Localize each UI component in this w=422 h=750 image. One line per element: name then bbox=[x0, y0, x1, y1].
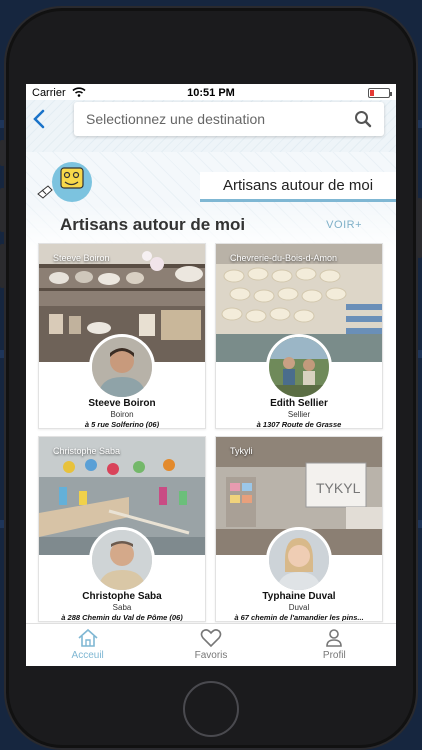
app-logo-icon bbox=[34, 162, 94, 204]
artisan-address: à 1307 Route de Grasse bbox=[256, 420, 342, 429]
tab-label: Acceuil bbox=[71, 650, 104, 661]
clock: 10:51 PM bbox=[187, 87, 235, 99]
artisan-card[interactable]: Christophe Saba Christophe Saba Saba à 2… bbox=[38, 436, 206, 622]
artisan-subtitle: Sellier bbox=[287, 410, 311, 419]
app-screen: Carrier 10:51 PM Artisans autou bbox=[26, 84, 396, 666]
artisan-address: à 288 Chemin du Val de Pôme (06) bbox=[61, 613, 183, 622]
home-icon bbox=[78, 628, 98, 647]
section-title: Artisans autour de moi bbox=[60, 215, 246, 234]
search-icon[interactable] bbox=[354, 110, 372, 128]
avatar bbox=[89, 527, 155, 593]
artisan-name: Edith Sellier bbox=[270, 398, 328, 409]
bottom-tab-bar: Acceuil Favoris Profil bbox=[26, 623, 396, 666]
artisan-address: à 67 chemin de l'amandier les pins... bbox=[234, 613, 364, 622]
battery-icon bbox=[368, 88, 392, 98]
mute-switch bbox=[0, 140, 5, 166]
tab-label: Favoris bbox=[194, 650, 228, 661]
shop-name: Christophe Saba bbox=[53, 446, 121, 456]
artisan-card[interactable]: TYKYL Tykyli Typhaine Duval Duval à 67 c… bbox=[215, 436, 383, 622]
artisan-name: Typhaine Duval bbox=[262, 591, 336, 602]
artisan-subtitle: Boiron bbox=[110, 410, 134, 419]
heart-icon bbox=[200, 629, 222, 648]
volume-down-button bbox=[0, 244, 5, 288]
avatar bbox=[89, 334, 155, 400]
search-box[interactable] bbox=[74, 102, 384, 136]
shop-name: Steeve Boiron bbox=[53, 253, 110, 263]
tab-favoris[interactable]: Favoris bbox=[149, 624, 272, 666]
see-more-link[interactable]: VOIR+ bbox=[326, 219, 362, 231]
avatar bbox=[266, 334, 332, 400]
artisan-name: Steeve Boiron bbox=[88, 398, 156, 409]
tab-artisans[interactable]: Artisans autour de moi bbox=[200, 172, 396, 202]
home-button[interactable] bbox=[183, 681, 239, 737]
svg-text:TYKYL: TYKYL bbox=[316, 480, 361, 496]
search-input[interactable] bbox=[86, 108, 346, 130]
artisan-name: Christophe Saba bbox=[82, 591, 162, 602]
back-chevron-icon[interactable] bbox=[32, 108, 46, 135]
shop-name: Chevrerie-du-Bois-d-Amon bbox=[230, 253, 338, 263]
volume-up-button bbox=[0, 188, 5, 232]
shop-name: Tykyli bbox=[230, 446, 253, 456]
tab-acceuil[interactable]: Acceuil bbox=[26, 624, 149, 666]
person-icon bbox=[326, 629, 343, 647]
status-bar: Carrier 10:51 PM bbox=[26, 84, 396, 100]
artisan-subtitle: Saba bbox=[112, 603, 132, 612]
artisan-subtitle: Duval bbox=[288, 603, 310, 612]
artisan-card[interactable]: Chevrerie-du-Bois-d-Amon Edith Sellier S… bbox=[215, 243, 383, 429]
artisan-card[interactable]: Steeve Boiron Steeve Boiron Boiron à 5 r… bbox=[38, 243, 206, 429]
tab-label: Profil bbox=[322, 650, 346, 661]
power-button bbox=[417, 198, 422, 258]
artisan-address: à 5 rue Solferino (06) bbox=[84, 420, 160, 429]
header-bar bbox=[26, 100, 396, 152]
avatar bbox=[266, 527, 332, 593]
tab-profil[interactable]: Profil bbox=[273, 624, 396, 666]
